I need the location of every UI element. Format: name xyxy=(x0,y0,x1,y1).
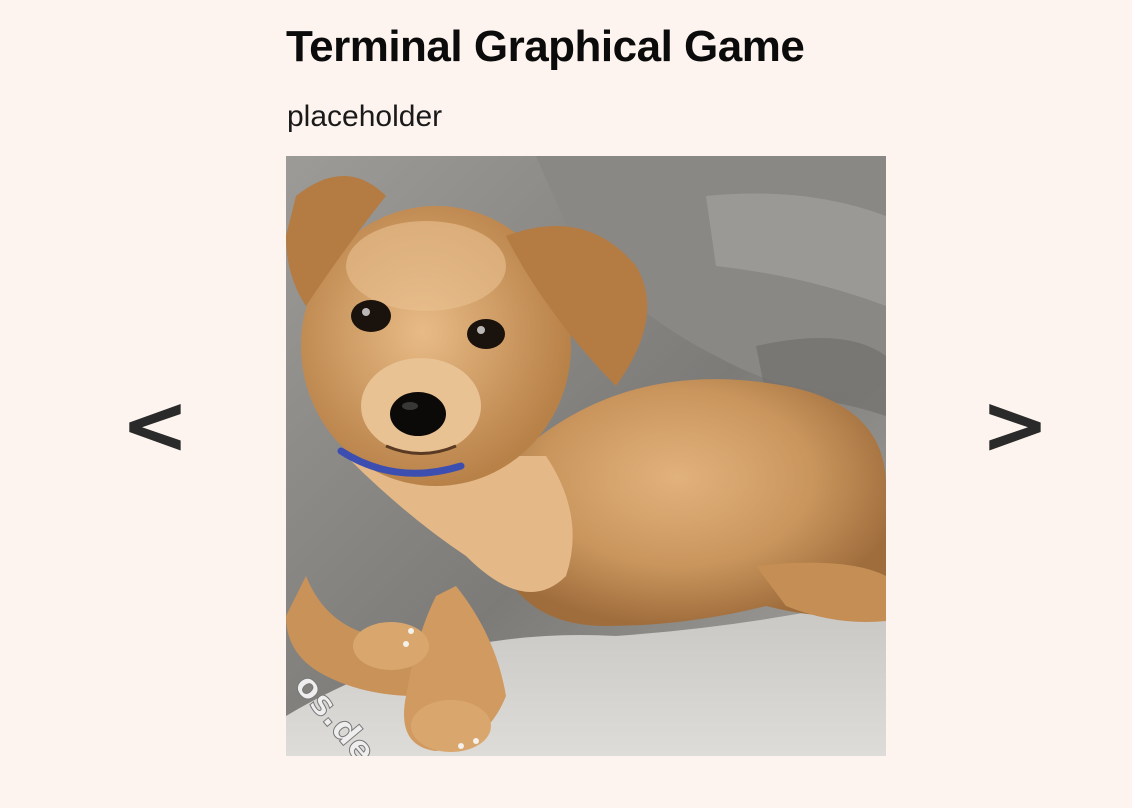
page-subtitle: placeholder xyxy=(287,100,443,133)
next-image-button[interactable]: > xyxy=(975,385,1055,467)
puppy-photo: os.de xyxy=(286,156,886,756)
game-page: Terminal Graphical Game placeholder < os… xyxy=(0,0,1132,808)
page-title: Terminal Graphical Game xyxy=(286,22,805,71)
prev-image-button[interactable]: < xyxy=(115,385,195,467)
image-viewer: os.de xyxy=(286,156,886,756)
